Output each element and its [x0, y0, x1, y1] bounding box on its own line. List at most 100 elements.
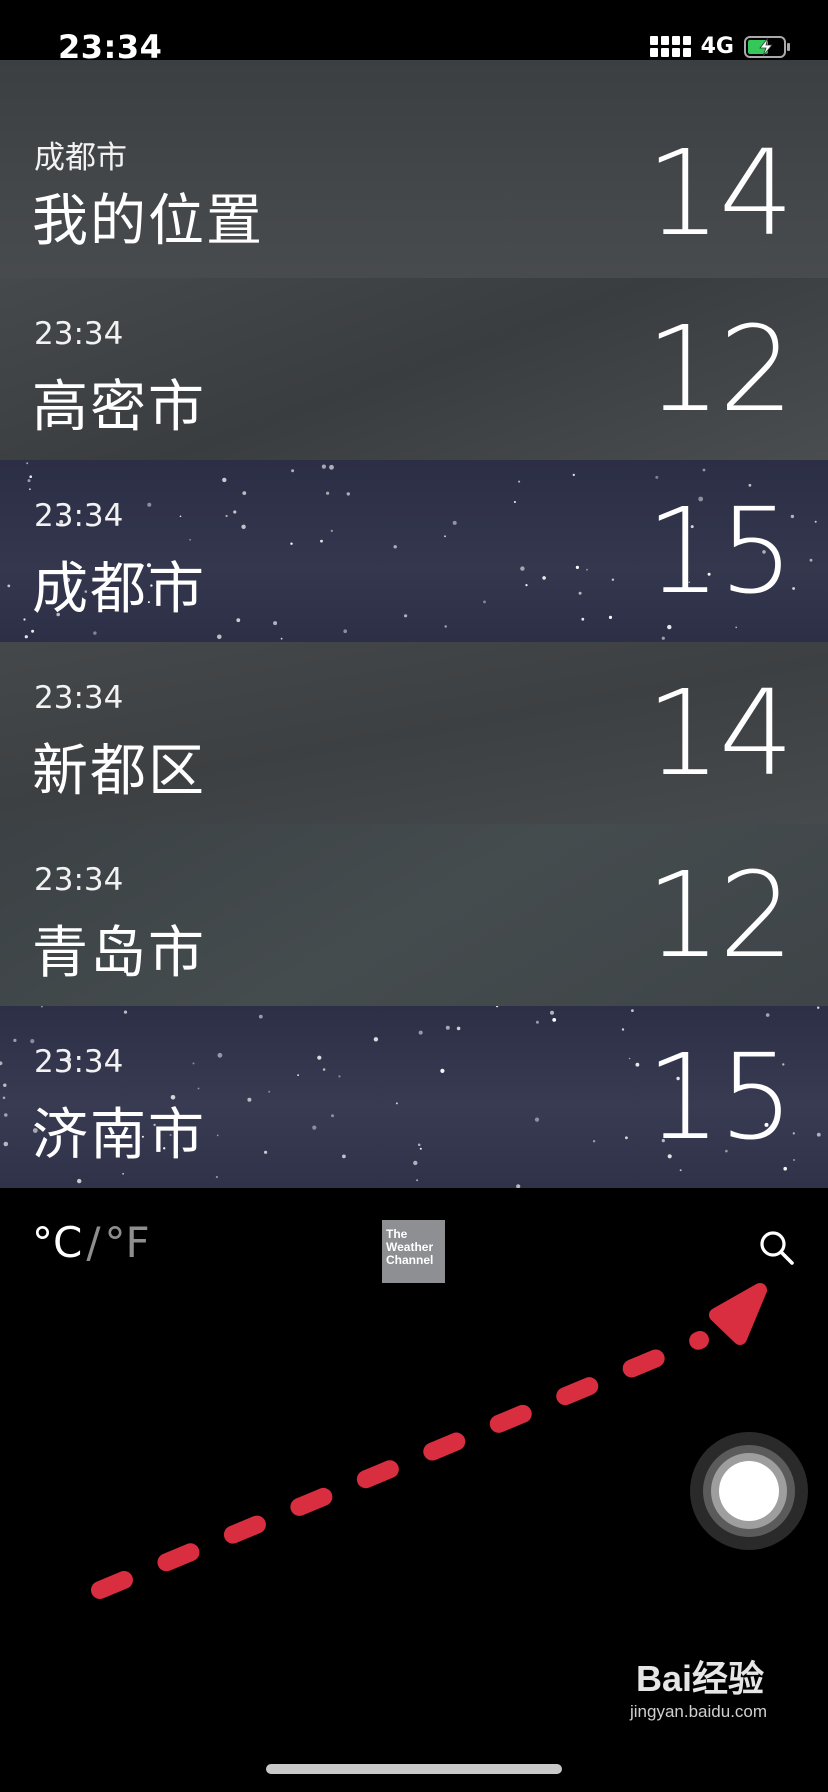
- star: [27, 479, 31, 483]
- star: [29, 475, 32, 478]
- location-subtitle: 23:34: [34, 680, 124, 716]
- location-temperature: 12: [645, 846, 794, 984]
- star: [258, 1014, 263, 1019]
- watermark-url: jingyan.baidu.com: [630, 1702, 768, 1721]
- star: [534, 1117, 540, 1122]
- signal-icon: [649, 36, 691, 57]
- star: [483, 600, 486, 604]
- star: [520, 566, 525, 571]
- star: [192, 1062, 195, 1065]
- star: [217, 1052, 223, 1058]
- star: [23, 618, 26, 621]
- location-name: 高密市: [32, 375, 206, 440]
- star: [280, 637, 283, 640]
- location-row[interactable]: 23:34 新都区 14: [0, 642, 828, 824]
- dashed-arrow-annotation: [91, 1283, 767, 1599]
- location-row[interactable]: 23:34 青岛市 12: [0, 824, 828, 1006]
- star: [535, 1020, 539, 1024]
- location-row[interactable]: 23:34 济南市 15: [0, 1006, 828, 1188]
- star: [444, 535, 446, 538]
- star: [814, 520, 817, 523]
- watermark-logo: Bai经验: [636, 1658, 765, 1699]
- location-temperature: 15: [645, 482, 794, 620]
- star: [395, 1102, 398, 1105]
- star: [552, 1018, 557, 1022]
- star: [241, 524, 246, 529]
- star: [320, 539, 323, 543]
- star: [225, 514, 228, 518]
- star: [312, 1125, 317, 1130]
- star: [236, 618, 241, 623]
- star: [247, 1097, 252, 1102]
- star: [321, 464, 326, 469]
- status-bar: 23:34 4G: [0, 0, 828, 100]
- star: [417, 1143, 421, 1147]
- star: [189, 539, 191, 541]
- status-time: 23:34: [58, 28, 163, 66]
- star: [817, 1006, 820, 1009]
- location-row[interactable]: 23:34 高密市 12: [0, 278, 828, 460]
- star: [317, 1055, 322, 1060]
- star: [290, 542, 293, 545]
- star: [679, 1169, 682, 1172]
- star: [346, 492, 350, 496]
- star: [30, 1039, 35, 1044]
- star: [586, 568, 588, 571]
- location-subtitle: 23:34: [34, 316, 124, 352]
- star: [581, 617, 585, 621]
- star: [635, 1062, 640, 1067]
- star: [31, 629, 35, 633]
- star: [793, 1159, 796, 1161]
- star: [655, 475, 659, 479]
- location-subtitle: 23:34: [34, 862, 124, 898]
- star: [809, 558, 813, 562]
- star: [419, 1147, 422, 1150]
- star: [268, 1090, 271, 1093]
- star: [783, 1166, 787, 1171]
- star: [7, 584, 11, 588]
- star: [456, 1026, 461, 1031]
- star: [93, 631, 97, 635]
- location-name: 青岛市: [32, 921, 206, 986]
- star: [29, 488, 31, 491]
- location-temperature: 12: [645, 300, 794, 438]
- star: [621, 1028, 625, 1031]
- location-temperature: 14: [645, 124, 794, 262]
- star: [572, 473, 575, 477]
- star: [3, 1141, 9, 1147]
- star: [326, 491, 330, 495]
- location-row[interactable]: 23:34 成都市 15: [0, 460, 828, 642]
- star: [735, 626, 738, 629]
- star: [611, 578, 615, 581]
- star: [26, 462, 29, 465]
- battery-charging-icon: [744, 35, 790, 58]
- location-temperature: 14: [645, 664, 794, 802]
- star: [702, 468, 706, 472]
- star: [792, 587, 795, 590]
- location-subtitle: 23:34: [34, 498, 124, 534]
- star: [330, 529, 333, 532]
- star: [216, 1134, 219, 1137]
- star: [291, 469, 295, 473]
- star: [631, 1009, 634, 1012]
- star: [273, 621, 278, 626]
- star: [13, 1038, 17, 1042]
- star: [24, 635, 28, 639]
- assistive-touch-button[interactable]: [690, 1432, 808, 1550]
- location-name: 新都区: [32, 739, 206, 804]
- star: [215, 1175, 218, 1179]
- star: [4, 1113, 8, 1117]
- star: [667, 624, 672, 630]
- star: [518, 480, 521, 483]
- star: [179, 515, 182, 518]
- star: [542, 576, 546, 580]
- star: [297, 1074, 299, 1076]
- location-name: 成都市: [32, 557, 206, 622]
- home-indicator[interactable]: [266, 1764, 562, 1774]
- network-label: 4G: [700, 34, 734, 59]
- star: [444, 625, 447, 628]
- location-subtitle: 成都市: [34, 140, 127, 176]
- star: [322, 1068, 326, 1071]
- star: [40, 1006, 43, 1008]
- star: [608, 615, 613, 619]
